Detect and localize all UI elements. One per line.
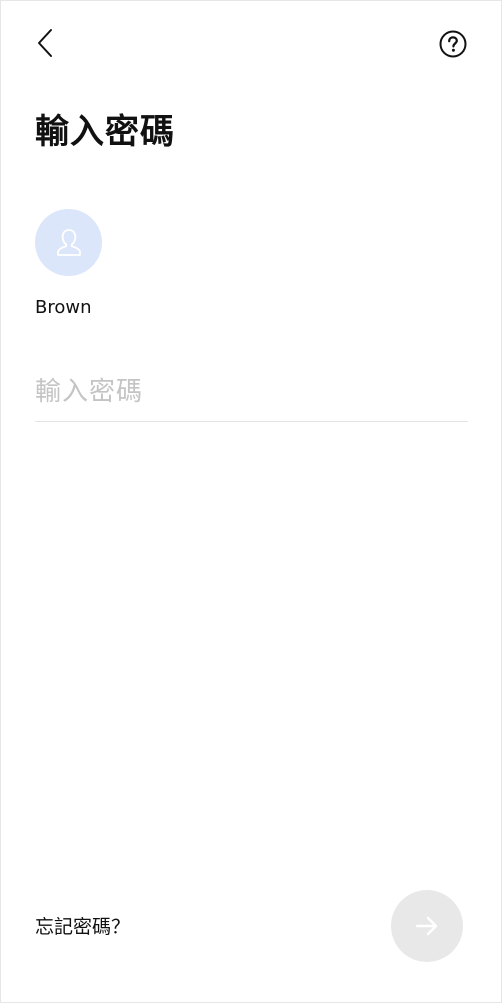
back-button[interactable] [31,25,63,61]
help-button[interactable] [438,29,468,59]
arrow-right-icon [415,916,438,936]
user-silhouette-icon [56,228,81,256]
app-screen: 輸入密碼 Brown 忘記密碼？ [0,0,502,1003]
page-title: 輸入密碼 [35,112,175,152]
forgot-password-link[interactable]: 忘記密碼？ [35,913,130,941]
question-circle-icon [439,30,467,58]
password-input[interactable] [35,363,468,422]
avatar [35,209,102,276]
next-button[interactable] [391,890,463,962]
account-name: Brown [35,297,92,318]
chevron-left-icon [38,29,52,57]
